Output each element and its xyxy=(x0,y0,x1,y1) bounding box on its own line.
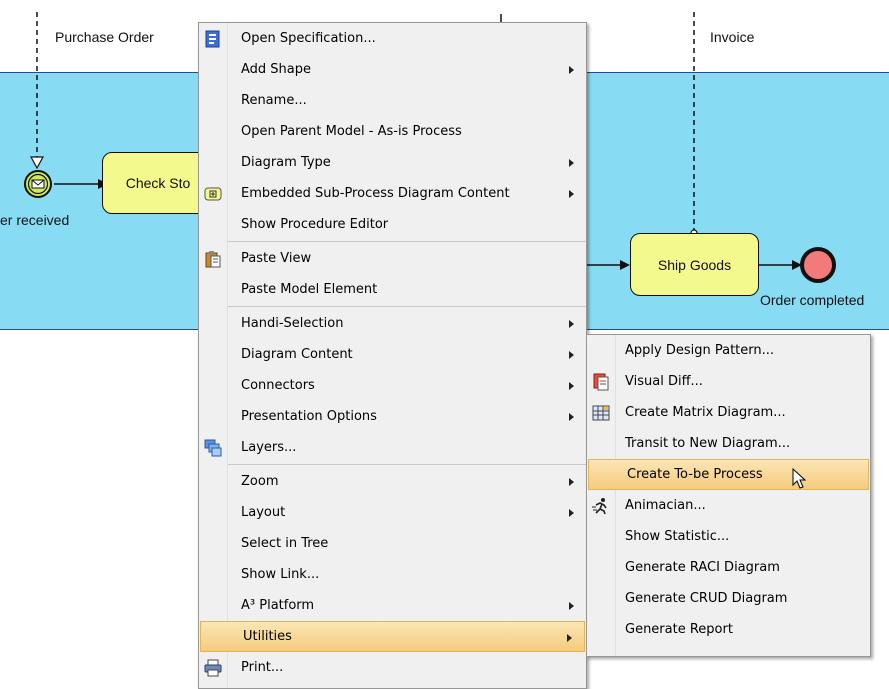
clipboard-icon xyxy=(205,251,221,268)
layers-icon xyxy=(204,439,222,457)
menu-separator xyxy=(227,464,586,465)
printer-icon xyxy=(204,659,222,677)
matrix-icon xyxy=(592,405,610,421)
menu-item-add-shape[interactable]: Add Shape xyxy=(199,54,586,85)
menu-separator xyxy=(227,306,586,307)
menu-item-show-procedure-editor[interactable]: Show Procedure Editor xyxy=(199,209,586,240)
menu-item-generate-crud-diagram[interactable]: Generate CRUD Diagram xyxy=(587,583,870,614)
submenu-arrow-icon xyxy=(569,602,574,610)
menu-item-layers[interactable]: Layers... xyxy=(199,432,586,463)
submenu-arrow-icon xyxy=(569,351,574,359)
menu-item-utilities[interactable]: Utilities xyxy=(200,621,585,652)
submenu-arrow-icon xyxy=(569,509,574,517)
menu-item-transit-to-new-diagram[interactable]: Transit to New Diagram... xyxy=(587,428,870,459)
visual-diff-icon xyxy=(593,373,609,391)
start-event-label: er received xyxy=(0,212,70,228)
end-event-icon xyxy=(800,247,836,283)
menu-item-create-to-be-process[interactable]: Create To-be Process xyxy=(588,459,869,490)
menu-item-layout[interactable]: Layout xyxy=(199,497,586,528)
submenu-arrow-icon xyxy=(569,413,574,421)
menu-item-a3-platform[interactable]: A³ Platform xyxy=(199,590,586,621)
menu-item-connectors[interactable]: Connectors xyxy=(199,370,586,401)
menu-item-open-parent-model[interactable]: Open Parent Model - As-is Process xyxy=(199,116,586,147)
sub-process-icon xyxy=(204,187,222,201)
menu-item-show-statistic[interactable]: Show Statistic... xyxy=(587,521,870,552)
menu-item-paste-model-element[interactable]: Paste Model Element xyxy=(199,274,586,305)
submenu-arrow-icon xyxy=(567,634,572,642)
menu-item-presentation-options[interactable]: Presentation Options xyxy=(199,401,586,432)
menu-item-rename[interactable]: Rename... xyxy=(199,85,586,116)
specification-icon xyxy=(205,30,220,48)
context-menu: Open Specification... Add Shape Rename..… xyxy=(198,22,587,689)
menu-item-select-in-tree[interactable]: Select in Tree xyxy=(199,528,586,559)
menu-item-generate-report[interactable]: Generate Report xyxy=(587,614,870,645)
end-event-label: Order completed xyxy=(760,292,865,308)
menu-item-create-matrix-diagram[interactable]: Create Matrix Diagram... xyxy=(587,397,870,428)
utilities-submenu: Apply Design Pattern... Visual Diff... C… xyxy=(586,334,871,657)
menu-item-zoom[interactable]: Zoom xyxy=(199,466,586,497)
submenu-arrow-icon xyxy=(569,159,574,167)
task-check-stock-label: Check Sto xyxy=(125,175,191,191)
running-man-icon xyxy=(592,498,607,515)
menu-item-paste-view[interactable]: Paste View xyxy=(199,243,586,274)
submenu-arrow-icon xyxy=(569,66,574,74)
menu-item-show-link[interactable]: Show Link... xyxy=(199,559,586,590)
menu-item-print[interactable]: Print... xyxy=(199,652,586,683)
submenu-arrow-icon xyxy=(569,190,574,198)
menu-item-animacian[interactable]: Animacian... xyxy=(587,490,870,521)
menu-separator xyxy=(227,241,586,242)
menu-item-visual-diff[interactable]: Visual Diff... xyxy=(587,366,870,397)
mouse-cursor-icon xyxy=(792,468,807,489)
menu-item-diagram-type[interactable]: Diagram Type xyxy=(199,147,586,178)
menu-item-handi-selection[interactable]: Handi-Selection xyxy=(199,308,586,339)
submenu-arrow-icon xyxy=(569,320,574,328)
menu-item-open-specification[interactable]: Open Specification... xyxy=(199,23,586,54)
menu-item-generate-raci-diagram[interactable]: Generate RACI Diagram xyxy=(587,552,870,583)
task-ship-goods-label: Ship Goods xyxy=(657,256,732,273)
menu-item-diagram-content[interactable]: Diagram Content xyxy=(199,339,586,370)
submenu-arrow-icon xyxy=(569,478,574,486)
task-ship-goods[interactable]: Ship Goods xyxy=(630,233,759,296)
submenu-arrow-icon xyxy=(569,382,574,390)
menu-item-embedded-sub-process[interactable]: Embedded Sub-Process Diagram Content xyxy=(199,178,586,209)
menu-item-apply-design-pattern[interactable]: Apply Design Pattern... xyxy=(587,335,870,366)
